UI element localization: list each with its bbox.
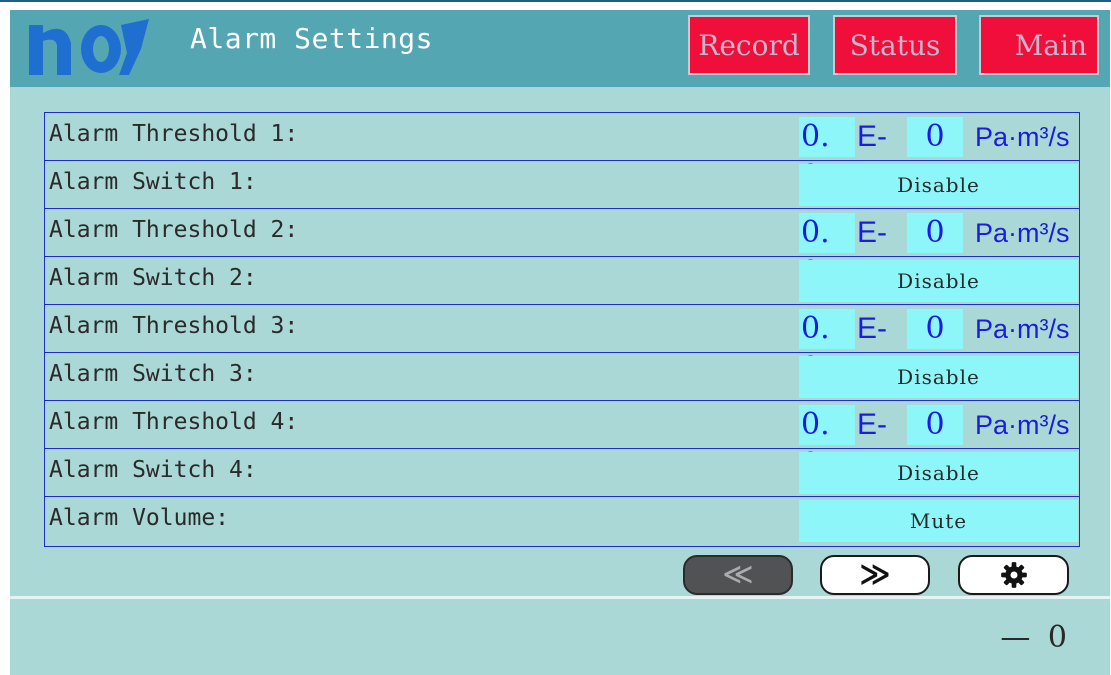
alarm-threshold-4-value: 0. 0 E- 0 Pa·m³/s xyxy=(799,405,1077,482)
alarm-threshold-2-label: Alarm Threshold 2: xyxy=(49,217,299,243)
company-logo xyxy=(29,19,149,75)
alarm-threshold-4-exponent-input[interactable]: 0 xyxy=(907,405,963,445)
alarm-threshold-2-unit: Pa·m³/s xyxy=(975,218,1070,248)
alarm-threshold-2-mantissa-input[interactable]: 0. 0 xyxy=(799,213,855,290)
page-title: Alarm Settings xyxy=(190,22,434,55)
alarm-threshold-3-value: 0. 0 E- 0 Pa·m³/s xyxy=(799,309,1077,386)
alarm-threshold-1-label: Alarm Threshold 1: xyxy=(49,121,299,147)
status-button[interactable]: Status xyxy=(833,15,957,75)
row-alarm-switch-3: Alarm Switch 3: Disable xyxy=(45,353,1079,401)
alarm-threshold-1-exponent-input[interactable]: 0 xyxy=(907,117,963,157)
alarm-switch-1-label: Alarm Switch 1: xyxy=(49,169,257,195)
row-alarm-volume: Alarm Volume: Mute xyxy=(45,497,1079,546)
gear-icon xyxy=(1000,562,1027,588)
status-readout: — 0 xyxy=(1000,620,1071,655)
previous-page-button[interactable]: ≪ xyxy=(683,555,793,595)
settings-button[interactable] xyxy=(958,555,1069,595)
alarm-threshold-3-unit: Pa·m³/s xyxy=(975,314,1070,344)
alarm-switch-2-button[interactable]: Disable xyxy=(799,260,1078,302)
alarm-switch-2-label: Alarm Switch 2: xyxy=(49,265,257,291)
record-button[interactable]: Record xyxy=(688,15,810,75)
alarm-threshold-1-mantissa-input[interactable]: 0. 0 xyxy=(799,117,855,194)
alarm-threshold-2-value: 0. 0 E- 0 Pa·m³/s xyxy=(799,213,1077,290)
row-alarm-switch-4: Alarm Switch 4: Disable xyxy=(45,449,1079,497)
row-alarm-threshold-3: Alarm Threshold 3: 0. 0 E- 0 Pa·m³/s xyxy=(45,305,1079,386)
alarm-switch-4-button[interactable]: Disable xyxy=(799,452,1078,494)
status-divider xyxy=(10,596,1110,599)
double-right-arrow-icon: ≫ xyxy=(859,557,891,592)
alarm-threshold-4-unit: Pa·m³/s xyxy=(975,410,1070,440)
double-left-arrow-icon: ≪ xyxy=(722,557,754,592)
alarm-threshold-2-e: E- xyxy=(857,216,887,249)
alarm-threshold-3-mantissa-input[interactable]: 0. 0 xyxy=(799,309,855,386)
main-button[interactable]: Main xyxy=(979,15,1099,75)
alarm-threshold-3-exponent-input[interactable]: 0 xyxy=(907,309,963,349)
alarm-threshold-1-e: E- xyxy=(857,120,887,153)
alarm-switch-1-button[interactable]: Disable xyxy=(799,164,1078,206)
top-border xyxy=(0,0,1111,2)
alarm-threshold-1-unit: Pa·m³/s xyxy=(975,122,1070,152)
row-alarm-switch-2: Alarm Switch 2: Disable xyxy=(45,257,1079,305)
alarm-threshold-1-value: 0. 0 E- 0 Pa·m³/s xyxy=(799,117,1077,194)
alarm-threshold-3-e: E- xyxy=(857,312,887,345)
alarm-threshold-4-label: Alarm Threshold 4: xyxy=(49,409,299,435)
alarm-settings-table: Alarm Threshold 1: 0. 0 E- 0 Pa·m³/s Ala… xyxy=(44,112,1080,547)
row-alarm-threshold-1: Alarm Threshold 1: 0. 0 E- 0 Pa·m³/s xyxy=(45,113,1079,194)
alarm-threshold-3-label: Alarm Threshold 3: xyxy=(49,313,299,339)
row-alarm-threshold-4: Alarm Threshold 4: 0. 0 E- 0 Pa·m³/s xyxy=(45,401,1079,482)
alarm-threshold-4-e: E- xyxy=(857,408,887,441)
alarm-switch-4-label: Alarm Switch 4: xyxy=(49,457,257,483)
alarm-volume-label: Alarm Volume: xyxy=(49,505,230,531)
row-alarm-threshold-2: Alarm Threshold 2: 0. 0 E- 0 Pa·m³/s xyxy=(45,209,1079,290)
alarm-volume-button[interactable]: Mute xyxy=(799,500,1078,542)
alarm-threshold-2-exponent-input[interactable]: 0 xyxy=(907,213,963,253)
next-page-button[interactable]: ≫ xyxy=(820,555,930,595)
alarm-switch-3-button[interactable]: Disable xyxy=(799,356,1078,398)
row-alarm-switch-1: Alarm Switch 1: Disable xyxy=(45,161,1079,209)
alarm-switch-3-label: Alarm Switch 3: xyxy=(49,361,257,387)
alarm-threshold-4-mantissa-input[interactable]: 0. 0 xyxy=(799,405,855,482)
